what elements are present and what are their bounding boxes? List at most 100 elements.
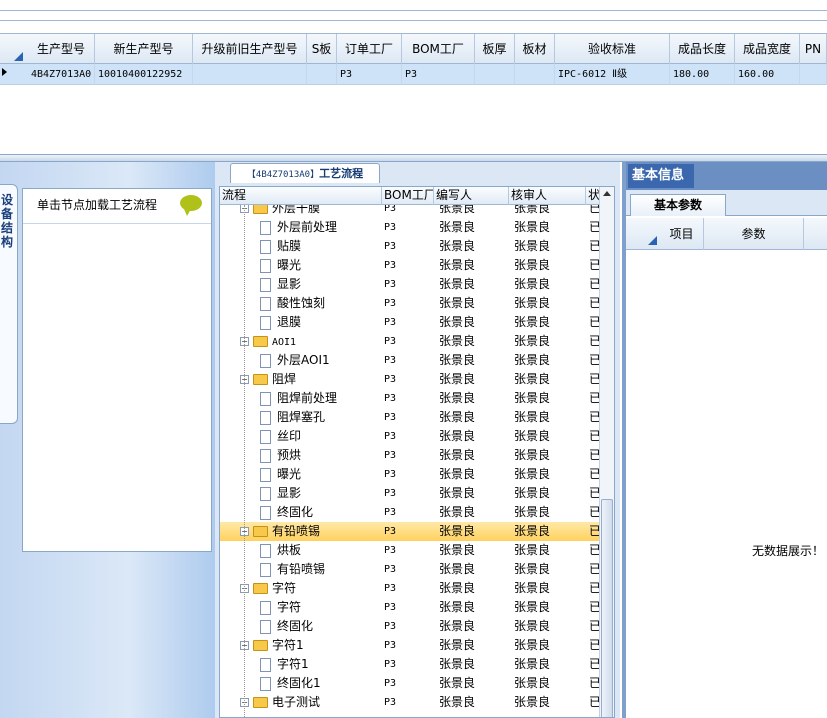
table-cell[interactable] — [307, 64, 337, 85]
tree-node-name[interactable]: − 字符 — [240, 579, 380, 598]
column-header[interactable]: 成品长度 — [670, 34, 735, 64]
tree-node-name[interactable]: 外层前处理 — [260, 218, 400, 237]
tree-row[interactable]: 丝印 P3 张景良 张景良已 — [220, 427, 601, 446]
column-header[interactable]: 订单工厂 — [337, 34, 402, 64]
tree-node-name[interactable]: 终固化 — [260, 503, 400, 522]
table-cell[interactable]: 160.00 — [735, 64, 800, 85]
table-cell[interactable] — [193, 64, 307, 85]
table-row[interactable]: 4B4Z7013A0 10010400122952 P3 P3 IPC-6012 Ⅱ级 1… — [0, 64, 827, 85]
tree-row[interactable]: 酸性蚀刻 P3 张景良 张景良已 — [220, 294, 601, 313]
column-header[interactable]: 升级前旧生产型号 — [193, 34, 307, 64]
table-cell[interactable]: 10010400122952 — [95, 64, 193, 85]
tree-row[interactable]: 终固化1 P3 张景良 张景良已 — [220, 674, 601, 693]
tree-row[interactable]: 贴膜 P3 张景良 张景良已 — [220, 237, 601, 256]
column-header[interactable]: 板厚 — [475, 34, 515, 64]
tree-node-name[interactable]: 曝光 — [260, 465, 400, 484]
process-flow-tree[interactable]: 流程 BOM工厂 编写人 核审人状 − 外层干膜 P3 张景良 张景良已外层前处理 P3 张景良张… — [219, 186, 615, 718]
tree-row[interactable]: 外层AOI1 P3 张景良 张景良已 — [220, 351, 601, 370]
tree-node-name[interactable]: 阻焊前处理 — [260, 389, 400, 408]
tree-row[interactable]: − 阻焊 P3 张景良 张景良已 — [220, 370, 601, 389]
column-header[interactable]: 新生产型号 — [95, 34, 193, 64]
tree-node-name[interactable]: 终固化1 — [260, 674, 400, 693]
scroll-up-icon[interactable] — [603, 191, 611, 196]
tab-device-structure[interactable]: 设备结构 — [0, 184, 18, 424]
table-cell[interactable] — [515, 64, 555, 85]
product-grid[interactable]: 生产型号 新生产型号 升级前旧生产型号 S板 订单工厂 BOM工厂 板厚 板材 验收标准 成品长度… — [0, 34, 827, 154]
table-cell[interactable]: 4B4Z7013A0 — [28, 64, 95, 85]
column-header[interactable]: 板材 — [515, 34, 555, 64]
column-header[interactable]: 参数 — [704, 218, 804, 250]
device-tree-box[interactable]: 单击节点加载工艺流程 — [22, 188, 212, 552]
tree-row[interactable]: − AOI1 P3 张景良 张景良已 — [220, 332, 601, 351]
tree-row[interactable]: 字符1 P3 张景良 张景良已 — [220, 655, 601, 674]
tree-row[interactable]: − 有铅喷锡 P3 张景良 张景良已 — [220, 522, 601, 541]
table-cell[interactable]: P3 — [402, 64, 475, 85]
column-header[interactable]: 成品宽度 — [735, 34, 800, 64]
tree-row[interactable]: 显影 P3 张景良 张景良已 — [220, 275, 601, 294]
tree-node-name[interactable]: 烘板 — [260, 541, 400, 560]
tree-node-name[interactable]: 贴膜 — [260, 237, 400, 256]
tree-row[interactable]: 阻焊前处理 P3 张景良 张景良已 — [220, 389, 601, 408]
tree-node-name[interactable]: 预烘 — [260, 446, 400, 465]
tree-node-name[interactable]: − 电子测试 — [240, 693, 380, 712]
tree-row[interactable]: 预烘 P3 张景良 张景良已 — [220, 446, 601, 465]
tree-node-name[interactable]: 字符1 — [260, 655, 400, 674]
table-cell[interactable]: P3 — [337, 64, 402, 85]
column-header[interactable]: 验收标准 — [555, 34, 670, 64]
table-cell[interactable]: 180.00 — [670, 64, 735, 85]
tree-node-name[interactable]: 显影 — [260, 484, 400, 503]
column-header[interactable]: 项目 — [660, 218, 704, 250]
tree-row[interactable]: 字符 P3 张景良 张景良已 — [220, 598, 601, 617]
table-cell[interactable] — [475, 64, 515, 85]
tree-row[interactable]: 显影 P3 张景良 张景良已 — [220, 484, 601, 503]
tree-row[interactable]: − 外层干膜 P3 张景良 张景良已 — [220, 205, 601, 218]
tree-row[interactable]: 终固化 P3 张景良 张景良已 — [220, 617, 601, 636]
tree-row[interactable]: 终固化 P3 张景良 张景良已 — [220, 503, 601, 522]
tree-row[interactable]: 曝光 P3 张景良 张景良已 — [220, 465, 601, 484]
tree-node-name[interactable]: − AOI1 — [240, 332, 380, 351]
tree-node-name[interactable]: 外层AOI1 — [260, 351, 400, 370]
column-header[interactable]: 流程 — [220, 187, 382, 205]
column-header[interactable]: 编写人 — [434, 187, 509, 205]
table-cell[interactable]: IPC-6012 Ⅱ级 — [555, 64, 670, 85]
tree-node-label: 终固化 — [277, 505, 314, 519]
process-flow-body[interactable]: − 外层干膜 P3 张景良 张景良已外层前处理 P3 张景良 张景良已贴膜 P3 张景良 张景良已曝… — [220, 205, 601, 717]
tree-row[interactable]: − 字符1 P3 张景良 张景良已 — [220, 636, 601, 655]
tree-node-name[interactable]: 有铅喷锡 — [260, 560, 400, 579]
tab-basic-params[interactable]: 基本参数 — [630, 194, 726, 216]
horizontal-splitter[interactable] — [0, 154, 827, 162]
tree-node-name[interactable]: 退膜 — [260, 313, 400, 332]
scrollbar-thumb[interactable] — [601, 499, 613, 717]
tree-row[interactable]: 有铅喷锡 P3 张景良 张景良已 — [220, 560, 601, 579]
tree-row[interactable]: − 电子测试 P3 张景良 张景良已 — [220, 693, 601, 712]
tree-node-name[interactable]: 曝光 — [260, 256, 400, 275]
tree-node-name[interactable]: 酸性蚀刻 — [260, 294, 400, 313]
tree-row[interactable]: 阻焊塞孔 P3 张景良 张景良已 — [220, 408, 601, 427]
tree-row[interactable]: 外层前处理 P3 张景良 张景良已 — [220, 218, 601, 237]
tree-node-name[interactable]: − 外层干膜 — [240, 205, 380, 218]
column-header[interactable]: 生产型号 — [28, 34, 95, 64]
tree-row[interactable]: 烘板 P3 张景良 张景良已 — [220, 541, 601, 560]
tree-node-name[interactable]: 终固化 — [260, 617, 400, 636]
column-header[interactable]: BOM工厂 — [382, 187, 434, 205]
process-flow-scrollbar[interactable] — [599, 187, 614, 717]
tree-node-name[interactable]: − 字符1 — [240, 636, 380, 655]
table-cell[interactable] — [800, 64, 827, 85]
process-flow-panel: 【4B4Z7013A0】工艺流程 流程 BOM工厂 编写人 核审人状 − 外层干膜 P3 张… — [215, 162, 620, 718]
column-header[interactable]: PN — [800, 34, 827, 64]
tree-node-label: 曝光 — [277, 258, 302, 272]
tree-row[interactable]: 退膜 P3 张景良 张景良已 — [220, 313, 601, 332]
tree-node-name[interactable]: − 阻焊 — [240, 370, 380, 389]
tree-node-name[interactable]: 字符 — [260, 598, 400, 617]
tree-node-name[interactable]: 阻焊塞孔 — [260, 408, 400, 427]
tree-node-name[interactable]: − 有铅喷锡 — [240, 522, 380, 541]
tree-row[interactable]: 曝光 P3 张景良 张景良已 — [220, 256, 601, 275]
tree-row[interactable]: − 字符 P3 张景良 张景良已 — [220, 579, 601, 598]
tree-node-label: 外层AOI1 — [277, 353, 330, 367]
column-header[interactable]: S板 — [307, 34, 337, 64]
tab-basic-info[interactable]: 基本信息 — [628, 164, 694, 188]
column-header[interactable]: 核审人 — [509, 187, 586, 205]
tree-node-name[interactable]: 丝印 — [260, 427, 400, 446]
tree-node-name[interactable]: 显影 — [260, 275, 400, 294]
column-header[interactable]: BOM工厂 — [402, 34, 475, 64]
